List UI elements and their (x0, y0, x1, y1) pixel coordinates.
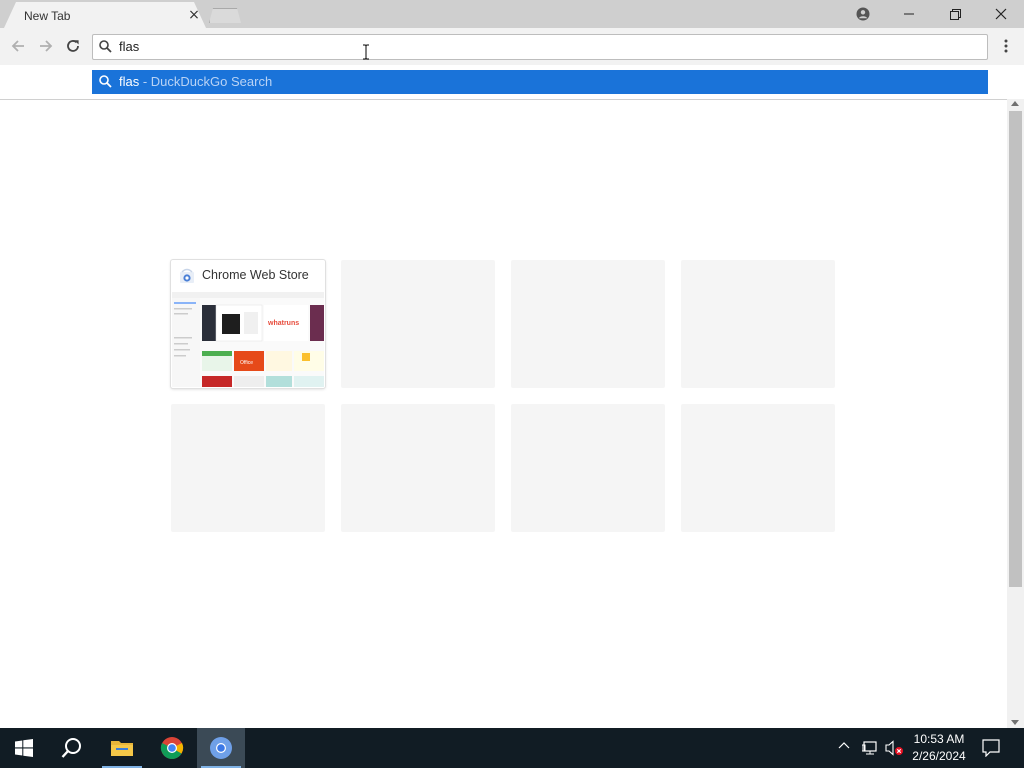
tile-empty (341, 404, 495, 532)
tab-strip: New Tab × (0, 0, 1024, 28)
clock-time: 10:53 AM (913, 732, 965, 746)
menu-icon[interactable] (996, 36, 1016, 56)
tile-empty (511, 404, 665, 532)
tile-chrome-web-store[interactable]: Chrome Web Store whatruns Office (171, 260, 325, 388)
start-button[interactable] (0, 728, 48, 768)
tile-empty (511, 260, 665, 388)
omnibox-dropdown: flas - DuckDuckGo Search (0, 65, 1024, 100)
close-icon[interactable] (978, 0, 1024, 28)
notification-icon[interactable] (982, 739, 1000, 760)
clock-date: 2/26/2024 (912, 749, 966, 763)
new-tab-button[interactable] (209, 8, 241, 23)
tile-empty (681, 404, 835, 532)
back-icon[interactable] (8, 36, 28, 56)
search-icon (99, 40, 112, 56)
file-explorer-button[interactable] (98, 728, 146, 768)
tab-title: New Tab (24, 9, 71, 23)
chromium-icon (210, 737, 232, 759)
toolbar: flas (0, 28, 1024, 65)
omnibox[interactable]: flas (92, 34, 988, 60)
system-clock[interactable]: 10:53 AM 2/26/2024 (906, 731, 972, 765)
reload-icon[interactable] (63, 36, 83, 56)
suggestion-separator: - (139, 74, 151, 89)
scroll-up-icon[interactable] (1011, 101, 1019, 106)
tile-title: Chrome Web Store (202, 268, 309, 282)
omnibox-input[interactable]: flas (119, 39, 139, 54)
profile-icon[interactable] (840, 0, 886, 28)
minimize-icon[interactable] (886, 0, 932, 28)
scroll-thumb[interactable] (1009, 111, 1022, 587)
network-icon[interactable] (861, 740, 880, 759)
tile-empty (681, 260, 835, 388)
folder-icon (111, 741, 133, 756)
tab-close-icon[interactable]: × (187, 8, 201, 22)
suggestion-item[interactable]: flas - DuckDuckGo Search (92, 70, 988, 94)
office-logo-text: Office (240, 360, 253, 366)
taskbar: 10:53 AM 2/26/2024 (0, 728, 1024, 768)
taskbar-search-button[interactable] (48, 728, 96, 768)
chevron-up-icon[interactable] (838, 740, 850, 755)
search-icon (61, 738, 81, 758)
chrome-icon (160, 737, 184, 759)
search-icon (99, 75, 112, 91)
tab-new-tab[interactable]: New Tab × (4, 2, 206, 28)
tile-empty (341, 260, 495, 388)
suggestion-query: flas (119, 74, 140, 89)
maximize-icon[interactable] (932, 0, 978, 28)
whatruns-logo-text: whatruns (267, 320, 299, 327)
chrome-taskbar-button[interactable] (148, 728, 196, 768)
forward-icon[interactable] (36, 36, 56, 56)
ibeam-cursor-icon (362, 44, 370, 63)
suggestion-engine: DuckDuckGo Search (150, 74, 273, 89)
volume-muted-icon[interactable] (885, 740, 905, 759)
page-scrollbar[interactable] (1007, 99, 1024, 728)
suggestion-text: flas - DuckDuckGo Search (119, 74, 272, 89)
scroll-down-icon[interactable] (1011, 720, 1019, 725)
tile-empty (171, 404, 325, 532)
chrome-web-store-icon (179, 268, 195, 284)
chromium-taskbar-button[interactable] (197, 728, 245, 768)
windows-icon (15, 739, 33, 757)
tile-thumbnail: whatruns Office (172, 292, 324, 387)
